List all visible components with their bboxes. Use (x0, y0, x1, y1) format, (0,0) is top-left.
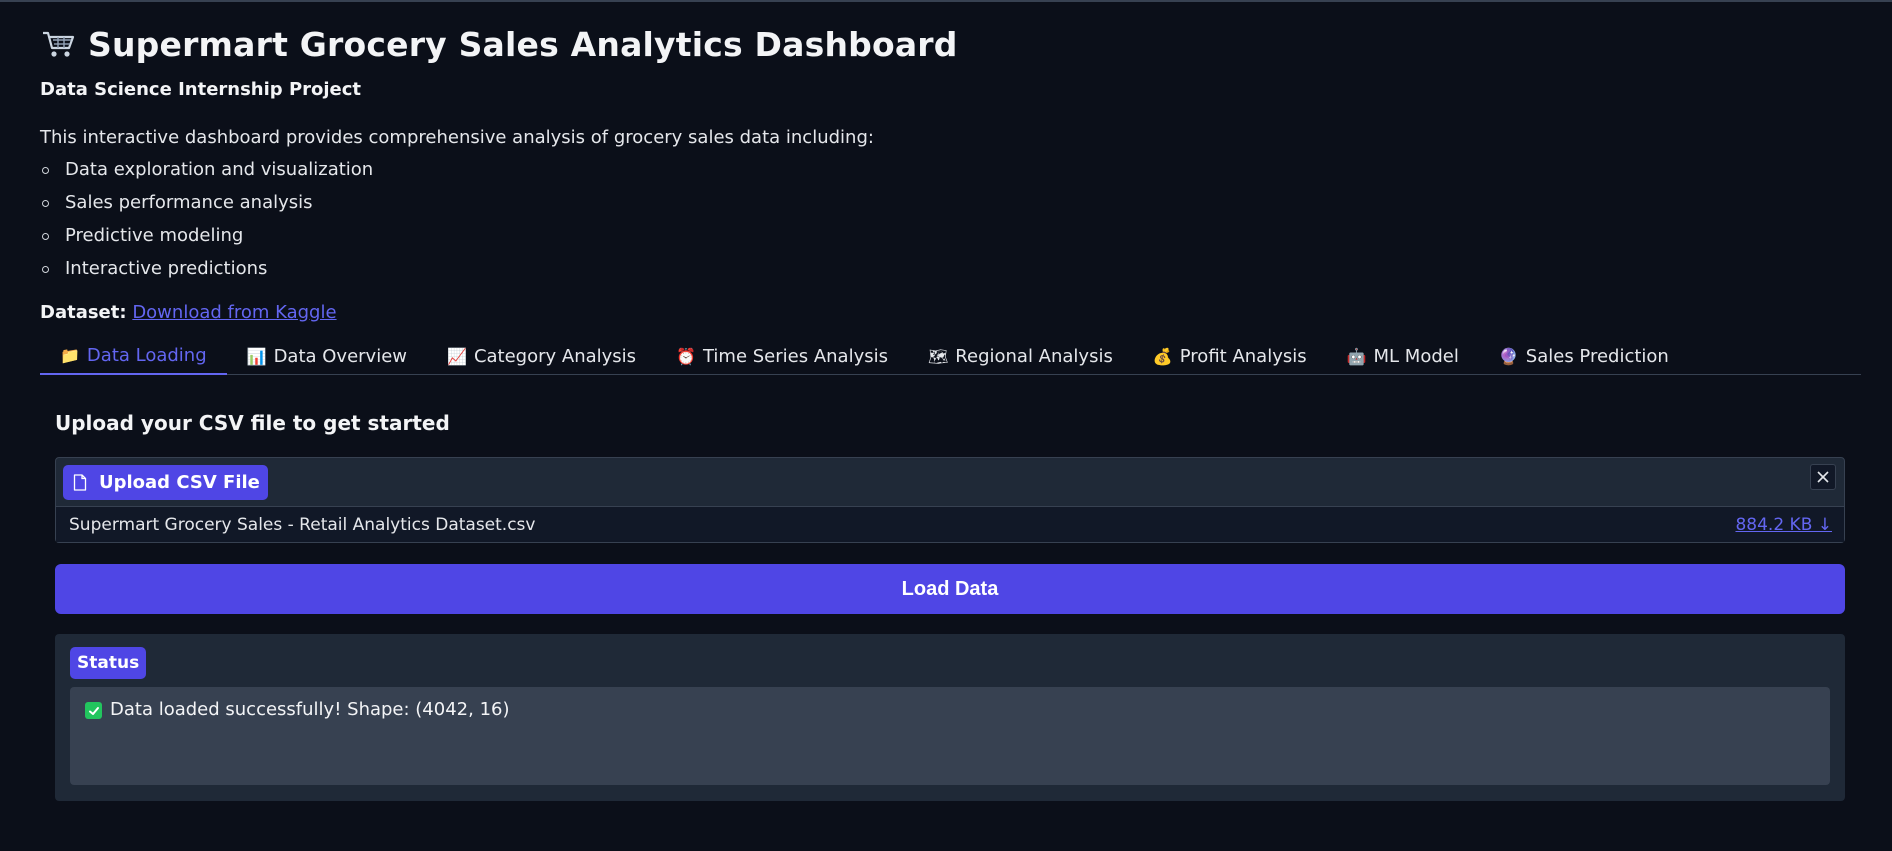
crystal-ball-icon: 🔮 (1498, 346, 1519, 366)
status-label: Status (70, 647, 147, 679)
tab-label: Sales Prediction (1525, 345, 1669, 367)
robot-icon: 🤖 (1346, 346, 1367, 366)
alarm-clock-icon: ⏰ (676, 346, 696, 366)
feature-item: Predictive modeling (40, 224, 1852, 257)
status-output: Data loaded successfully! Shape: (4042, … (70, 687, 1830, 785)
tab-bar: 📁 Data Loading 📊 Data Overview 📈 Categor… (40, 337, 1861, 375)
upload-csv-button[interactable]: Upload CSV File (63, 465, 268, 500)
file-download-link[interactable]: 884.2 KB ↓ (1735, 515, 1832, 535)
status-panel: Status Data loaded successfully! Shape: … (55, 634, 1845, 801)
title-row: Supermart Grocery Sales Analytics Dashbo… (40, 24, 1852, 64)
tab-data-overview[interactable]: 📊 Data Overview (227, 337, 427, 375)
money-bag-icon: 💰 (1152, 346, 1173, 366)
tab-category-analysis[interactable]: 📈 Category Analysis (427, 337, 656, 375)
intro-text: This interactive dashboard provides comp… (40, 127, 874, 148)
tab-regional-analysis[interactable]: 🗺 Regional Analysis (908, 337, 1133, 375)
upload-button-label: Upload CSV File (99, 472, 260, 493)
file-upload-box[interactable]: Upload CSV File Supermart Grocery Sales … (55, 457, 1845, 543)
dataset-label: Dataset: (40, 302, 127, 323)
map-icon: 🗺 (927, 346, 949, 366)
tab-label: Data Loading (86, 344, 207, 366)
tab-label: Profit Analysis (1179, 345, 1307, 367)
load-data-button[interactable]: Load Data (55, 564, 1845, 614)
trend-chart-icon: 📈 (447, 346, 467, 366)
feature-item: Sales performance analysis (40, 191, 1852, 224)
tab-profit-analysis[interactable]: 💰 Profit Analysis (1133, 337, 1327, 375)
feature-item: Interactive predictions (40, 257, 1852, 290)
upload-section-title: Upload your CSV file to get started (55, 411, 450, 435)
tab-label: Regional Analysis (955, 345, 1113, 367)
dataset-line: Dataset: Download from Kaggle (40, 302, 1852, 323)
tab-time-series-analysis[interactable]: ⏰ Time Series Analysis (656, 337, 908, 375)
tab-label: Data Overview (273, 345, 408, 367)
project-subtitle: Data Science Internship Project (40, 79, 362, 100)
close-icon (1817, 471, 1829, 483)
tab-sales-prediction[interactable]: 🔮 Sales Prediction (1479, 337, 1689, 375)
bar-chart-icon: 📊 (246, 346, 267, 366)
kaggle-download-link[interactable]: Download from Kaggle (132, 302, 336, 323)
tab-ml-model[interactable]: 🤖 ML Model (1327, 337, 1479, 375)
tab-data-loading[interactable]: 📁 Data Loading (40, 337, 227, 375)
uploaded-file-name: Supermart Grocery Sales - Retail Analyti… (69, 514, 536, 535)
feature-item: Data exploration and visualization (40, 158, 1852, 191)
uploaded-file-row: Supermart Grocery Sales - Retail Analyti… (56, 506, 1844, 542)
tab-label: ML Model (1373, 345, 1459, 367)
shopping-cart-icon (43, 31, 75, 57)
tab-label: Category Analysis (473, 345, 637, 367)
status-message: Data loaded successfully! Shape: (4042, … (110, 699, 510, 720)
page-title: Supermart Grocery Sales Analytics Dashbo… (88, 24, 958, 64)
file-icon (73, 474, 87, 491)
folder-icon: 📁 (60, 345, 80, 365)
clear-file-button[interactable] (1810, 464, 1836, 490)
feature-list: Data exploration and visualization Sales… (40, 158, 1852, 290)
check-icon (85, 702, 102, 719)
tab-label: Time Series Analysis (702, 345, 888, 367)
dashboard-page: Supermart Grocery Sales Analytics Dashbo… (0, 24, 1892, 851)
